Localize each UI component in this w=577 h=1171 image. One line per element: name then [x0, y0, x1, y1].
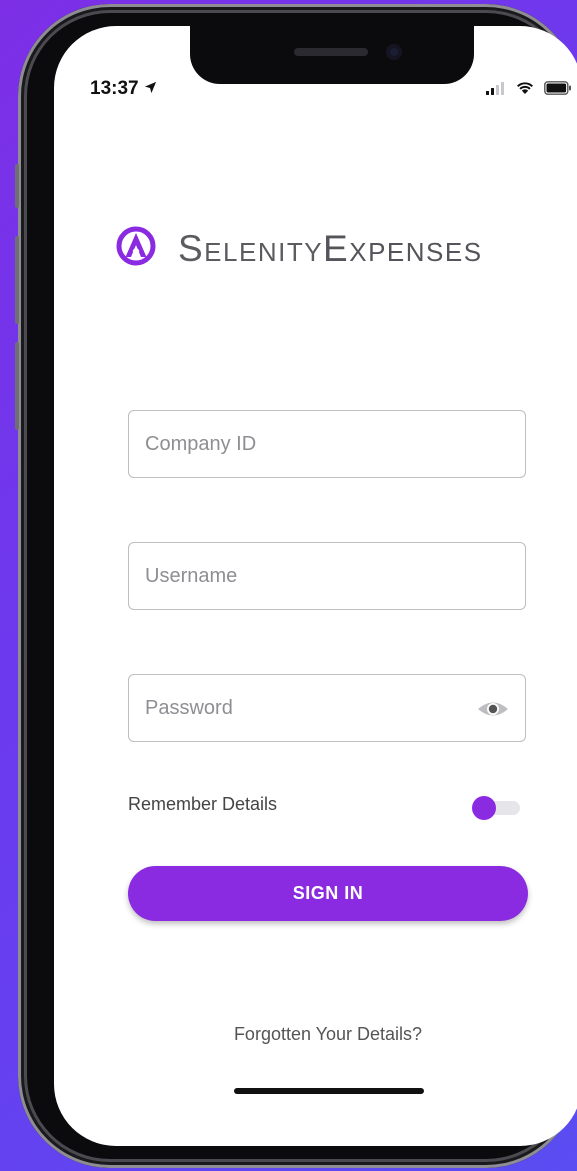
volume-down-button — [15, 342, 19, 430]
eye-icon[interactable] — [477, 699, 509, 724]
app-screen: 13:37 SelenityExpenses Company ID Userna… — [54, 26, 577, 1146]
volume-up-button — [15, 236, 19, 324]
status-bar-time: 13:37 — [90, 78, 157, 100]
username-input[interactable] — [129, 543, 475, 609]
selenity-logo-icon — [116, 226, 156, 271]
forgotten-details-link[interactable]: Forgotten Your Details? — [54, 1024, 577, 1045]
company-id-field — [128, 410, 526, 478]
location-arrow-icon — [144, 78, 157, 99]
phone-frame: 13:37 SelenityExpenses Company ID Userna… — [15, 4, 577, 1168]
remember-details-label: Remember Details — [128, 794, 278, 814]
notch — [190, 26, 474, 84]
company-id-input[interactable] — [129, 411, 475, 477]
time-text: 13:37 — [90, 78, 139, 99]
silent-switch — [15, 164, 19, 208]
username-field — [128, 542, 526, 610]
logo-wordmark: SelenityExpenses — [178, 228, 483, 270]
toggle-knob — [472, 796, 496, 820]
wifi-icon — [515, 80, 535, 100]
remember-details-toggle[interactable] — [472, 796, 520, 820]
logo-text-selenity: Selenity — [178, 227, 324, 269]
sign-in-button[interactable]: SIGN IN — [128, 866, 528, 921]
app-logo: SelenityExpenses — [116, 226, 483, 271]
front-camera — [386, 44, 402, 60]
home-indicator[interactable] — [234, 1088, 424, 1094]
password-input[interactable] — [129, 675, 475, 741]
password-field — [128, 674, 526, 742]
battery-icon — [544, 80, 572, 100]
status-bar-icons — [486, 80, 572, 100]
cellular-signal-icon — [486, 81, 506, 100]
logo-text-expenses: Expenses — [323, 227, 483, 269]
speaker-grille — [294, 48, 368, 56]
